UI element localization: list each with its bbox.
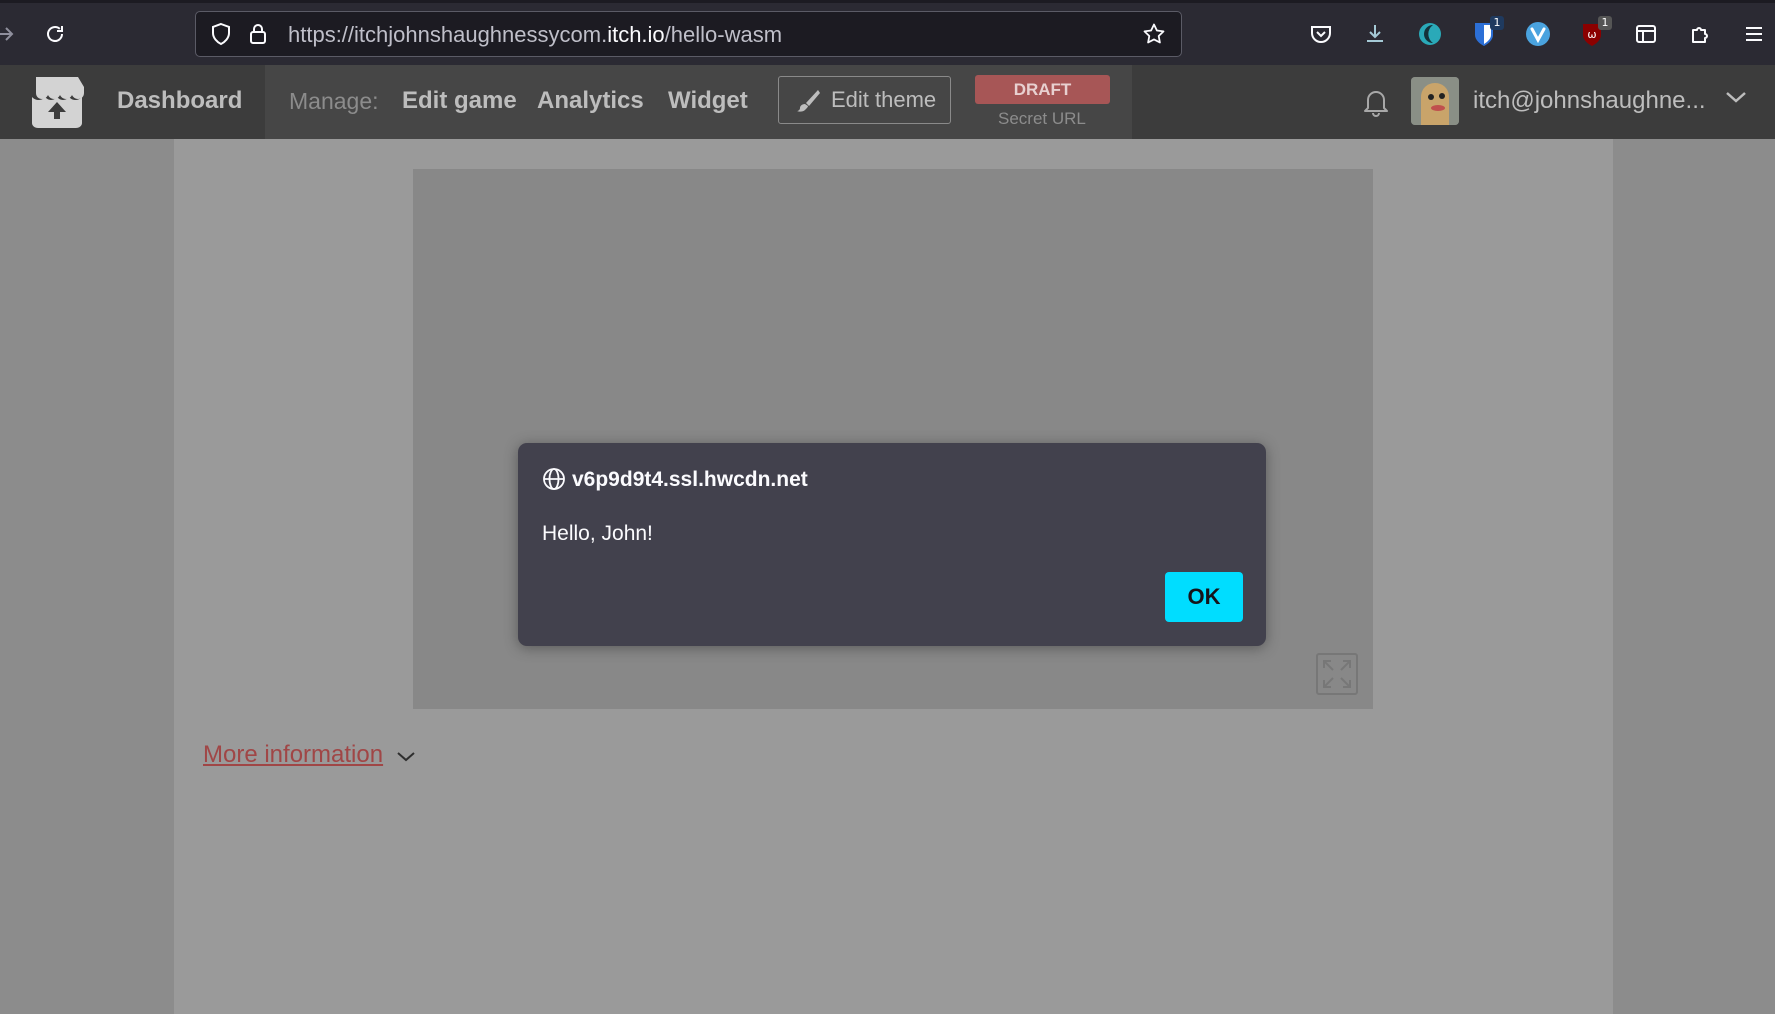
- chevron-down-icon[interactable]: [396, 748, 416, 768]
- widget-link[interactable]: Widget: [668, 87, 748, 115]
- analytics-link[interactable]: Analytics: [537, 87, 644, 115]
- avatar[interactable]: [1411, 77, 1459, 125]
- download-icon[interactable]: [1362, 21, 1388, 47]
- vivaldi-extension-icon[interactable]: [1525, 21, 1551, 47]
- svg-text:ω: ω: [1587, 28, 1596, 41]
- bitwarden-icon[interactable]: 1: [1471, 16, 1504, 47]
- address-bar[interactable]: https://itchjohnshaughnessycom.itch.io/h…: [195, 11, 1182, 57]
- edit-theme-label: Edit theme: [831, 87, 937, 112]
- url-text[interactable]: https://itchjohnshaughnessycom.itch.io/h…: [288, 22, 782, 48]
- bookmark-star-icon[interactable]: [1141, 21, 1167, 47]
- dashboard-link[interactable]: Dashboard: [117, 87, 242, 115]
- dialog-origin: v6p9d9t4.ssl.hwcdn.net: [572, 468, 808, 491]
- alert-dialog: v6p9d9t4.ssl.hwcdn.net Hello, John! OK: [518, 443, 1266, 646]
- menu-icon[interactable]: [1741, 21, 1767, 47]
- manage-label: Manage:: [289, 88, 379, 114]
- page-background-left: [0, 139, 174, 1014]
- extension-badge: 1: [1598, 16, 1612, 30]
- moon-extension-icon[interactable]: [1417, 21, 1443, 47]
- shield-icon[interactable]: [208, 21, 234, 47]
- extension-badge: 1: [1490, 16, 1504, 30]
- itch-logo-icon[interactable]: [28, 75, 86, 133]
- dialog-message: Hello, John!: [542, 522, 653, 545]
- ok-button[interactable]: OK: [1165, 572, 1243, 622]
- url-domain: itch.io: [607, 22, 665, 47]
- globe-icon: [542, 467, 566, 495]
- user-name[interactable]: itch@johnshaughne...: [1473, 87, 1706, 115]
- secret-url-label[interactable]: Secret URL: [998, 109, 1086, 129]
- paintbrush-icon: [795, 88, 821, 118]
- lock-icon[interactable]: [245, 21, 271, 47]
- itch-header: Dashboard Manage: Edit game Analytics Wi…: [0, 65, 1775, 139]
- extensions-puzzle-icon[interactable]: [1687, 21, 1713, 47]
- ublock-icon[interactable]: ω 1: [1579, 16, 1612, 47]
- container-icon[interactable]: [1633, 21, 1659, 47]
- edit-game-link[interactable]: Edit game: [402, 87, 517, 115]
- back-arrow-icon[interactable]: [0, 21, 18, 47]
- browser-toolbar: https://itchjohnshaughnessycom.itch.io/h…: [0, 0, 1775, 65]
- draft-badge: DRAFT: [975, 75, 1110, 104]
- pocket-icon[interactable]: [1308, 21, 1334, 47]
- fullscreen-icon: [1321, 658, 1353, 694]
- url-prefix: https://itchjohnshaughnessycom.: [288, 22, 608, 47]
- fullscreen-button[interactable]: [1316, 653, 1358, 695]
- more-information-link[interactable]: More information: [203, 741, 383, 769]
- reload-icon[interactable]: [42, 21, 68, 47]
- edit-theme-button[interactable]: Edit theme: [778, 76, 951, 124]
- bell-icon[interactable]: [1362, 87, 1390, 121]
- chevron-down-icon[interactable]: [1724, 87, 1748, 111]
- url-path: /hello-wasm: [664, 22, 783, 47]
- page-background-right: [1613, 139, 1775, 1014]
